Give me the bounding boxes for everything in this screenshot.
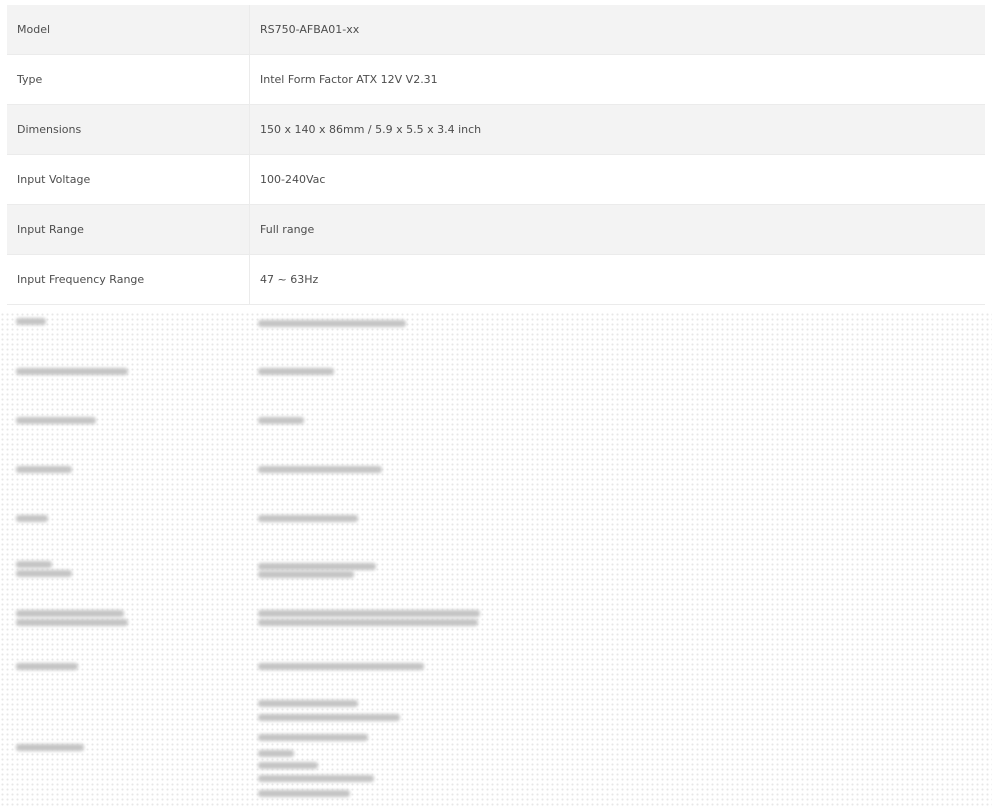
obscured-text [16,515,48,522]
obscured-text [258,619,478,626]
obscured-text [16,466,72,473]
obscured-text [258,515,358,522]
obscured-text [16,744,84,751]
obscured-text [258,700,358,707]
spec-value: 47 ~ 63Hz [249,254,985,305]
obscured-text [16,561,52,568]
obscured-text [258,466,382,473]
obscured-text [258,610,480,617]
spec-label: Dimensions [7,104,250,155]
obscured-text [16,570,72,577]
table-row: Input Frequency Range 47 ~ 63Hz [7,254,985,305]
obscured-text [258,734,368,741]
spec-table: Model RS750-AFBA01-xx Type Intel Form Fa… [7,5,985,305]
obscured-text [258,320,406,327]
obscured-text [258,714,400,721]
obscured-text [258,563,376,570]
obscured-spec-rows [0,312,992,806]
spec-value: Full range [249,204,985,255]
table-row: Input Voltage 100-240Vac [7,154,985,205]
obscured-text [258,663,424,670]
obscured-text [258,571,354,578]
spec-label: Model [7,5,250,55]
spec-value: RS750-AFBA01-xx [249,5,985,55]
obscured-text [258,790,350,797]
obscured-text [258,750,294,757]
spec-value: 100-240Vac [249,154,985,205]
spec-value: Intel Form Factor ATX 12V V2.31 [249,54,985,105]
spec-label: Input Frequency Range [7,254,250,305]
table-row: Model RS750-AFBA01-xx [7,5,985,55]
obscured-text [258,775,374,782]
obscured-text [258,368,334,375]
obscured-text [16,610,124,617]
table-row: Input Range Full range [7,204,985,255]
obscured-text [16,318,46,325]
spec-label: Input Range [7,204,250,255]
table-row: Type Intel Form Factor ATX 12V V2.31 [7,54,985,105]
obscured-text [16,368,128,375]
obscured-text [258,417,304,424]
obscured-text [16,619,128,626]
dither-overlay [0,312,992,806]
obscured-text [16,663,78,670]
spec-label: Input Voltage [7,154,250,205]
table-row: Dimensions 150 x 140 x 86mm / 5.9 x 5.5 … [7,104,985,155]
obscured-text [258,762,318,769]
spec-value: 150 x 140 x 86mm / 5.9 x 5.5 x 3.4 inch [249,104,985,155]
obscured-text [16,417,96,424]
spec-label: Type [7,54,250,105]
